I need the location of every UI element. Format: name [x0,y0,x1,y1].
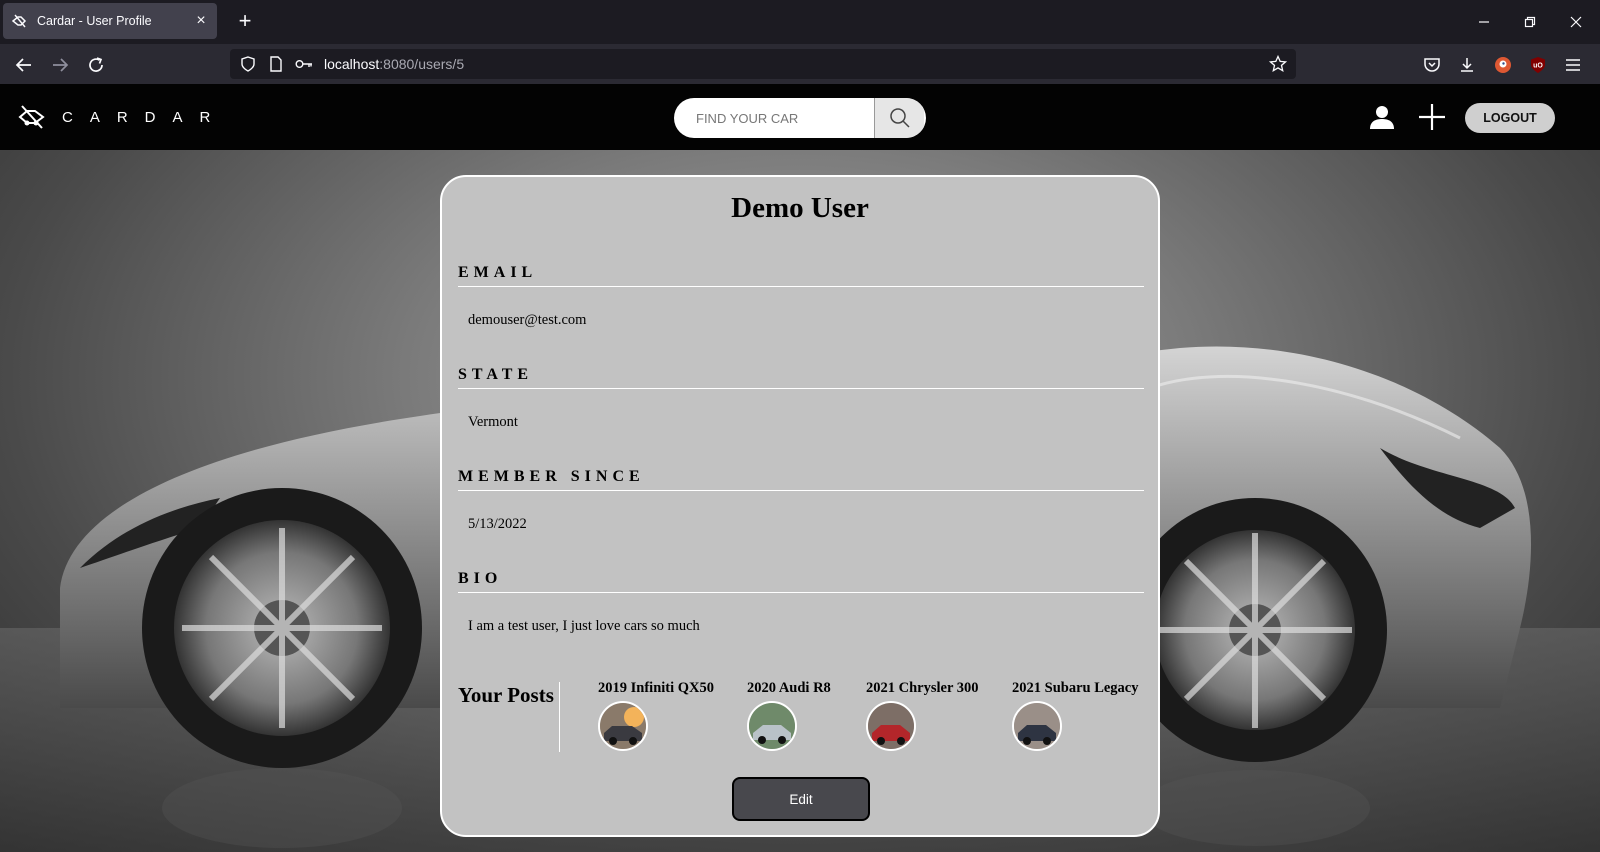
member-since-value: 5/13/2022 [468,516,527,532]
post-item[interactable]: 2020 Audi R8 [747,680,831,751]
member-since-label: MEMBER SINCE [458,468,1144,491]
post-title[interactable]: 2020 Audi R8 [747,680,831,697]
search-bar [674,98,926,138]
key-icon[interactable] [294,54,314,74]
cardar-logo[interactable]: CARDAR [18,104,227,130]
new-tab-plus-icon[interactable]: + [234,10,256,32]
cardar-favicon-icon [11,12,29,30]
post-thumbnail[interactable] [866,701,916,751]
user-profile-icon[interactable] [1367,102,1397,132]
url-text: localhost:8080/users/5 [324,56,465,72]
page-viewport: CARDAR LOGOUT Demo User EMAIL demouser@ [0,84,1600,852]
search-input[interactable] [674,98,874,138]
car-logo-icon [18,105,45,129]
shield-icon[interactable] [238,54,258,74]
pocket-icon[interactable] [1421,54,1443,76]
close-tab-icon[interactable]: × [193,12,209,30]
edit-profile-button[interactable]: Edit [732,777,870,821]
your-posts-heading: Your Posts [458,683,554,707]
forward-arrow-icon[interactable] [47,52,73,78]
logout-button[interactable]: LOGOUT [1465,103,1555,133]
svg-text:uO: uO [1533,63,1543,70]
post-thumbnail[interactable] [747,701,797,751]
bio-label: BIO [458,570,1144,593]
post-title[interactable]: 2021 Chrysler 300 [866,680,979,697]
search-button[interactable] [874,98,924,138]
profile-name: Demo User [731,192,869,224]
post-thumbnail[interactable] [1012,701,1062,751]
profile-card: Demo User EMAIL demouser@test.com STATE … [440,175,1160,837]
close-window-icon[interactable] [1553,0,1599,44]
browser-tab-title: Cardar - User Profile [37,14,152,28]
browser-tab-strip: Cardar - User Profile × + [0,0,1600,44]
email-value: demouser@test.com [468,312,587,328]
duckduckgo-extension-icon[interactable] [1492,54,1514,76]
reload-icon[interactable] [83,52,109,78]
add-post-plus-icon[interactable] [1417,102,1447,132]
post-item[interactable]: 2021 Subaru Legacy [1012,680,1139,751]
bookmark-star-icon[interactable] [1268,54,1288,74]
state-label: STATE [458,366,1144,389]
page-icon[interactable] [266,54,286,74]
bio-value: I am a test user, I just love cars so mu… [468,618,700,634]
post-thumbnail[interactable] [598,701,648,751]
minimize-window-icon[interactable] [1461,0,1507,44]
post-item[interactable]: 2021 Chrysler 300 [866,680,979,751]
ublock-origin-icon[interactable]: uO [1527,54,1549,76]
restore-window-icon[interactable] [1507,0,1553,44]
posts-divider [559,682,560,752]
site-header: CARDAR LOGOUT [0,84,1600,150]
browser-tab-active[interactable]: Cardar - User Profile × [3,3,217,39]
post-title[interactable]: 2021 Subaru Legacy [1012,680,1139,697]
post-title[interactable]: 2019 Infiniti QX50 [598,680,714,697]
url-bar[interactable]: localhost:8080/users/5 [230,49,1296,79]
email-label: EMAIL [458,264,1144,287]
downloads-icon[interactable] [1456,54,1478,76]
logo-text: CARDAR [62,108,228,126]
state-value: Vermont [468,414,518,430]
search-icon [889,108,910,128]
back-arrow-icon[interactable] [11,52,37,78]
browser-toolbar: localhost:8080/users/5 uO [0,44,1600,84]
hamburger-menu-icon[interactable] [1562,54,1584,76]
post-item[interactable]: 2019 Infiniti QX50 [598,680,714,751]
